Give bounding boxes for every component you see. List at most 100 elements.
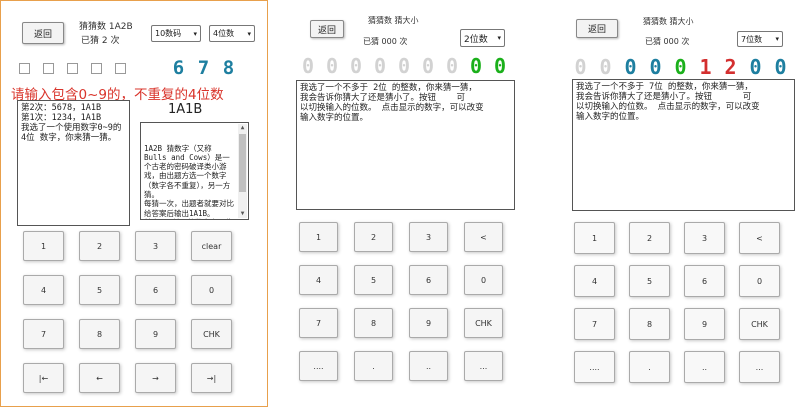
key-7[interactable]: 7: [574, 308, 615, 340]
scroll-down-icon[interactable]: ▼: [238, 210, 247, 218]
key-3[interactable]: 3: [684, 222, 725, 254]
display-digit[interactable]: 2: [718, 55, 743, 79]
history-textarea[interactable]: 第2次：5678，1A1B 第1次：1234，1A1B 我选了一个使用数字0~9…: [17, 100, 130, 226]
key-4[interactable]: 4: [23, 275, 64, 305]
chevron-down-icon: ▾: [775, 35, 779, 43]
display-digit[interactable]: 0: [440, 54, 464, 78]
key-1[interactable]: 1: [574, 222, 615, 254]
digits-select-value: 2位数: [464, 34, 488, 45]
back-button[interactable]: 返回: [22, 22, 64, 44]
key-6[interactable]: 6: [135, 275, 176, 305]
scroll-up-icon[interactable]: ▲: [238, 124, 247, 132]
key-5[interactable]: 5: [354, 265, 393, 295]
key-5[interactable]: 5: [629, 265, 670, 297]
chevron-down-icon: ▾: [247, 29, 251, 38]
display-digit[interactable]: 0: [618, 55, 643, 79]
key-clear[interactable]: clear: [191, 231, 232, 261]
key-dot4[interactable]: ....: [299, 351, 338, 381]
key-4[interactable]: 4: [299, 265, 338, 295]
key-2[interactable]: 2: [354, 222, 393, 252]
key-7[interactable]: 7: [23, 319, 64, 349]
game-panel-guess-size-7: 返回 猜猜数 猜大小 已猜 000 次 7位数 ▾ 000001200 我选了一个…: [565, 0, 805, 407]
key-chk[interactable]: CHK: [739, 308, 780, 340]
key-3[interactable]: 3: [409, 222, 448, 252]
key-7[interactable]: 7: [299, 308, 338, 338]
key-9[interactable]: 9: [135, 319, 176, 349]
key-dot4[interactable]: ....: [574, 351, 615, 383]
key-3[interactable]: 3: [135, 231, 176, 261]
back-button[interactable]: 返回: [310, 20, 344, 38]
key-2[interactable]: 2: [629, 222, 670, 254]
key-2[interactable]: 2: [79, 231, 120, 261]
last-result: 1A1B: [168, 102, 203, 117]
key-1[interactable]: 1: [23, 231, 64, 261]
key-left[interactable]: ←: [79, 363, 120, 393]
key-4[interactable]: 4: [574, 265, 615, 297]
digit-slots: [19, 63, 139, 74]
key-6[interactable]: 6: [409, 265, 448, 295]
game-panel-1a2b: 返回 猜猜数 1A2B 已猜 2 次 10数码 ▾ 4位数 ▾ 6 7 8 请输入包…: [0, 0, 268, 407]
key-dot2[interactable]: ..: [684, 351, 725, 383]
display-digit[interactable]: 0: [488, 54, 512, 78]
digits-select[interactable]: 7位数 ▾: [737, 31, 783, 47]
game-panel-guess-size-2: 返回 猜猜数 猜大小 已猜 000 次 2位数 ▾ 000000000 我选了一个…: [290, 0, 522, 407]
key-backspace[interactable]: <: [464, 222, 503, 252]
revealed-digit[interactable]: 7: [191, 57, 216, 79]
display-digit[interactable]: 0: [568, 55, 593, 79]
key-8[interactable]: 8: [354, 308, 393, 338]
scrollbar-thumb[interactable]: [239, 134, 246, 192]
guess-count: 已猜 000 次: [363, 37, 408, 46]
game-title: 猜猜数 1A2B: [79, 22, 133, 32]
key-dot1[interactable]: .: [629, 351, 670, 383]
key-9[interactable]: 9: [409, 308, 448, 338]
display-digit[interactable]: 0: [320, 54, 344, 78]
key-1[interactable]: 1: [299, 222, 338, 252]
key-0[interactable]: 0: [191, 275, 232, 305]
key-dot1[interactable]: .: [354, 351, 393, 381]
display-digit[interactable]: 0: [668, 55, 693, 79]
digit-slot[interactable]: [91, 63, 102, 74]
digits-select[interactable]: 4位数 ▾: [209, 25, 255, 42]
key-dot2[interactable]: ..: [409, 351, 448, 381]
digits-select[interactable]: 2位数 ▾: [460, 29, 505, 47]
display-digit[interactable]: 0: [643, 55, 668, 79]
mode-select[interactable]: 10数码 ▾: [151, 25, 201, 42]
key-9[interactable]: 9: [684, 308, 725, 340]
display-digit[interactable]: 0: [464, 54, 488, 78]
key-first[interactable]: |←: [23, 363, 64, 393]
key-right[interactable]: →: [135, 363, 176, 393]
key-chk[interactable]: CHK: [464, 308, 503, 338]
key-backspace[interactable]: <: [739, 222, 780, 254]
display-digit[interactable]: 0: [368, 54, 392, 78]
display-digit[interactable]: 0: [743, 55, 768, 79]
scrollbar[interactable]: ▲ ▼: [238, 124, 247, 218]
display-digit[interactable]: 1: [693, 55, 718, 79]
display-digit[interactable]: 0: [344, 54, 368, 78]
key-dot3[interactable]: ...: [739, 351, 780, 383]
key-last[interactable]: →|: [191, 363, 232, 393]
display-digit[interactable]: 0: [296, 54, 320, 78]
message-textarea[interactable]: 我选了一个不多于 7位 的整数，你来猜一猜， 我会告诉你猜大了还是猜小了。按钮 …: [572, 79, 795, 211]
display-digit[interactable]: 0: [392, 54, 416, 78]
message-textarea[interactable]: 我选了一个不多于 2位 的整数，你来猜一猜， 我会告诉你猜大了还是猜小了。按钮 …: [296, 80, 515, 210]
digit-slot[interactable]: [43, 63, 54, 74]
key-8[interactable]: 8: [79, 319, 120, 349]
display-digit[interactable]: 0: [768, 55, 793, 79]
digit-slot[interactable]: [115, 63, 126, 74]
digit-slot[interactable]: [67, 63, 78, 74]
back-button[interactable]: 返回: [576, 19, 618, 38]
key-8[interactable]: 8: [629, 308, 670, 340]
key-dot3[interactable]: ...: [464, 351, 503, 381]
display-digit[interactable]: 0: [593, 55, 618, 79]
revealed-digit[interactable]: 8: [216, 57, 241, 79]
game-title: 猜猜数 猜大小: [643, 17, 694, 26]
digit-slot[interactable]: [19, 63, 30, 74]
key-6[interactable]: 6: [684, 265, 725, 297]
key-0[interactable]: 0: [464, 265, 503, 295]
key-chk[interactable]: CHK: [191, 319, 232, 349]
key-5[interactable]: 5: [79, 275, 120, 305]
rules-textarea[interactable]: 1A2B 猜数字（又称 Bulls and Cows）是一个古老的密码破译类小游…: [140, 122, 249, 220]
key-0[interactable]: 0: [739, 265, 780, 297]
display-digit[interactable]: 0: [416, 54, 440, 78]
revealed-digit[interactable]: 6: [166, 57, 191, 79]
